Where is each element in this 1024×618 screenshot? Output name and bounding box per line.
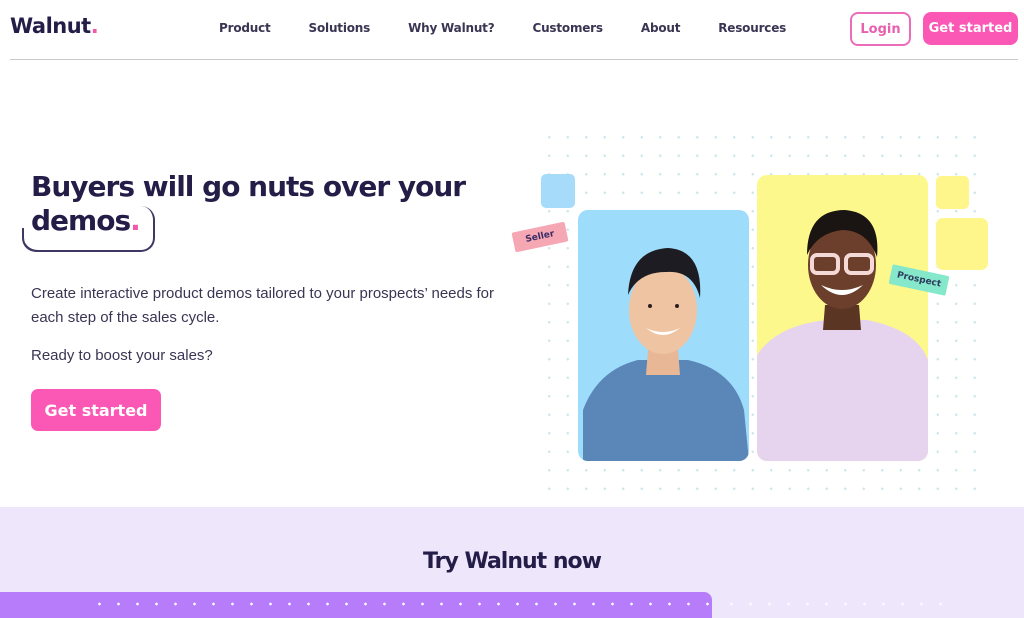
yellow-square-decoration-small [936,176,969,209]
band-dot-pattern-faded [722,601,952,607]
yellow-square-decoration-large [936,218,988,270]
band-dot-pattern [90,601,710,607]
logo-text: Walnut [10,14,91,38]
nav-customers[interactable]: Customers [532,21,603,35]
try-walnut-title: Try Walnut now [423,549,602,574]
hero-title-line1: Buyers will go nuts over your [31,170,466,203]
logo-dot: . [90,14,99,38]
main-nav: Product Solutions Why Walnut? Customers … [219,21,824,35]
header-divider [10,59,1018,60]
login-button[interactable]: Login [850,12,911,46]
hero-title-dot: . [130,204,141,237]
nav-solutions[interactable]: Solutions [309,21,371,35]
seller-person-illustration [583,248,749,461]
seller-photo-card [578,210,749,461]
hero-question: Ready to boost your sales? [31,347,213,364]
site-header: Walnut. Product Solutions Why Walnut? Cu… [0,0,1024,60]
hero-get-started-button[interactable]: Get started [31,389,161,431]
header-get-started-button[interactable]: Get started [923,12,1018,45]
nav-resources[interactable]: Resources [718,21,786,35]
prospect-person-illustration [757,210,928,461]
nav-why-walnut[interactable]: Why Walnut? [408,21,495,35]
hero-description: Create interactive product demos tailore… [31,285,495,326]
nav-product[interactable]: Product [219,21,271,35]
hero-title: Buyers will go nuts over your demos. [31,170,481,238]
prospect-photo-card [757,175,928,461]
nav-about[interactable]: About [641,21,681,35]
try-walnut-section: Try Walnut now [0,507,1024,618]
blue-square-decoration [541,174,575,208]
walnut-logo[interactable]: Walnut. [10,14,99,38]
hero-title-line2: demos [31,204,131,237]
